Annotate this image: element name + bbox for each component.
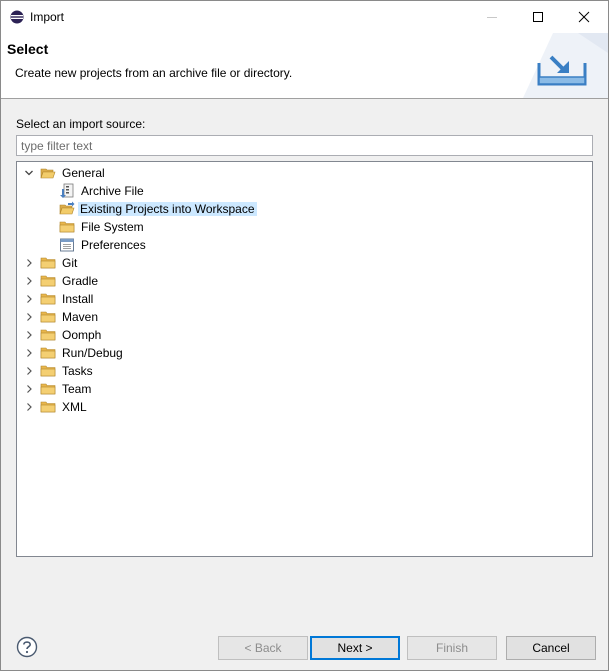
archive-file-icon [60,183,74,198]
tree-item-existing-projects[interactable]: Existing Projects into Workspace [17,200,592,218]
tree-item-file-system[interactable]: File System [17,218,592,236]
finish-button[interactable]: Finish [407,636,497,660]
existing-projects-icon [59,201,75,215]
wizard-header: Select Create new projects from an archi… [1,33,608,99]
page-description: Create new projects from an archive file… [15,66,293,80]
import-wizard-icon [523,33,608,98]
folder-icon [40,329,56,341]
minimize-icon [487,17,497,18]
tree-item-run-debug[interactable]: Run/Debug [17,344,592,362]
import-source-tree[interactable]: General Archive File Existing Projects i… [16,161,593,557]
tree-item-label: Tasks [62,364,93,378]
folder-icon [40,365,56,377]
tree-item-git[interactable]: Git [17,254,592,272]
tree-item-gradle[interactable]: Gradle [17,272,592,290]
close-button[interactable] [561,1,607,33]
import-source-label: Select an import source: [16,117,146,131]
tree-item-label: Install [62,292,94,306]
tree-item-general[interactable]: General [17,164,592,182]
page-title: Select [7,41,49,57]
eclipse-icon [10,10,24,24]
folder-icon [40,347,56,359]
folder-icon [40,383,56,395]
button-bar: < Back Next > Finish Cancel [1,621,608,671]
tree-item-xml[interactable]: XML [17,398,592,416]
filter-input[interactable] [16,135,593,156]
chevron-right-icon[interactable] [22,400,36,414]
tree-item-team[interactable]: Team [17,380,592,398]
folder-icon [40,401,56,413]
back-button[interactable]: < Back [218,636,308,660]
chevron-right-icon[interactable] [22,364,36,378]
folder-icon [40,257,56,269]
tree-item-label: Team [62,382,92,396]
minimize-button[interactable] [469,1,515,33]
chevron-right-icon[interactable] [22,310,36,324]
next-button[interactable]: Next > [310,636,400,660]
chevron-right-icon[interactable] [22,382,36,396]
chevron-right-icon[interactable] [22,328,36,342]
tree-item-label: XML [62,400,87,414]
tree-item-label: General [62,166,105,180]
folder-icon [40,293,56,305]
tree-item-label: Existing Projects into Workspace [78,202,257,216]
folder-icon [59,221,75,233]
folder-open-icon [40,168,56,179]
tree-item-maven[interactable]: Maven [17,308,592,326]
preferences-icon [60,238,74,252]
tree-item-label: Maven [62,310,99,324]
chevron-right-icon[interactable] [22,346,36,360]
maximize-button[interactable] [515,1,561,33]
window-title: Import [30,10,65,24]
tree-item-label: File System [81,220,144,234]
tree-item-label: Preferences [81,238,146,252]
title-bar: Import [1,1,608,33]
chevron-right-icon[interactable] [22,292,36,306]
maximize-icon [533,12,543,22]
chevron-down-icon[interactable] [22,166,36,180]
folder-icon [40,275,56,287]
tree-item-archive-file[interactable]: Archive File [17,182,592,200]
chevron-right-icon[interactable] [22,256,36,270]
tree-item-install[interactable]: Install [17,290,592,308]
tree-item-preferences[interactable]: Preferences [17,236,592,254]
help-icon[interactable] [16,636,38,658]
tree-item-label: Archive File [81,184,144,198]
tree-item-label: Run/Debug [62,346,123,360]
tree-item-oomph[interactable]: Oomph [17,326,592,344]
tree-item-label: Gradle [62,274,99,288]
cancel-button[interactable]: Cancel [506,636,596,660]
import-dialog: Import Select Create new projects from a… [0,0,609,671]
tree-item-label: Oomph [62,328,102,342]
tree-item-tasks[interactable]: Tasks [17,362,592,380]
folder-icon [40,311,56,323]
tree-item-label: Git [62,256,78,270]
chevron-right-icon[interactable] [22,274,36,288]
close-icon [578,11,590,23]
